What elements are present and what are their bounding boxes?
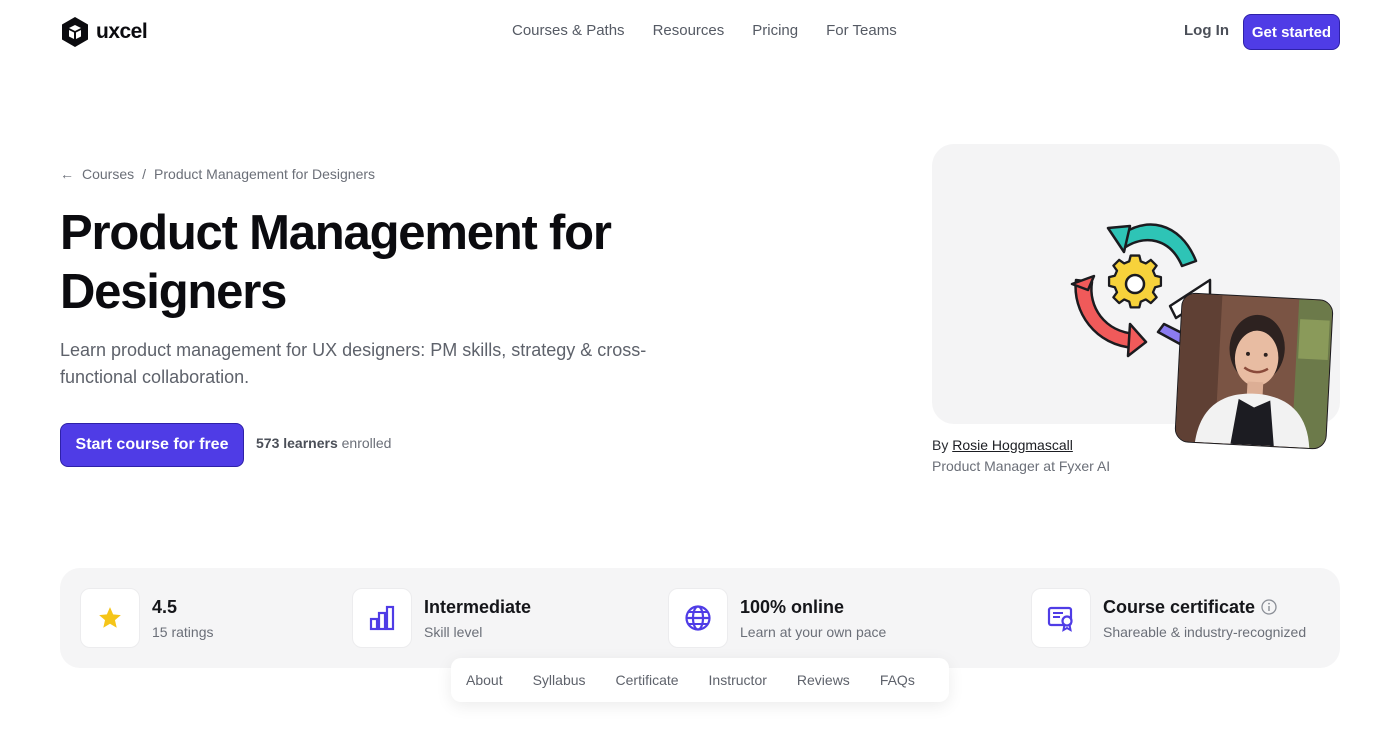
author-prefix: By bbox=[932, 437, 953, 453]
tab-reviews[interactable]: Reviews bbox=[797, 672, 850, 688]
globe-icon bbox=[685, 605, 711, 631]
author-byline: By Rosie Hoggmascall bbox=[932, 437, 1073, 453]
online-value: 100% online bbox=[740, 596, 845, 617]
start-course-button[interactable]: Start course for free bbox=[60, 423, 244, 467]
breadcrumb: ← Courses / Product Management for Desig… bbox=[60, 166, 375, 182]
stat-certificate-icon-box bbox=[1031, 588, 1091, 648]
stat-skill-icon-box bbox=[352, 588, 412, 648]
nav-courses-paths[interactable]: Courses & Paths bbox=[512, 22, 625, 39]
learners-count: 573 learners bbox=[256, 435, 338, 451]
certificate-value: Course certificate bbox=[1103, 596, 1256, 617]
star-icon bbox=[99, 607, 121, 628]
breadcrumb-current: Product Management for Designers bbox=[154, 166, 376, 182]
author-name-link[interactable]: Rosie Hoggmascall bbox=[952, 437, 1073, 453]
tab-certificate[interactable]: Certificate bbox=[616, 672, 679, 688]
nav-for-teams[interactable]: For Teams bbox=[826, 22, 897, 39]
instructor-portrait-illustration bbox=[1175, 293, 1333, 449]
certificate-icon bbox=[1047, 606, 1073, 632]
course-stats-bar: 4.5 15 ratings Intermediate Skill level bbox=[60, 568, 1340, 668]
course-subtitle: Learn product management for UX designer… bbox=[60, 340, 647, 387]
learners-enrolled: 573 learners enrolled bbox=[256, 435, 391, 451]
bar-chart-icon bbox=[369, 605, 395, 631]
stat-online-icon-box bbox=[668, 588, 728, 648]
uxcel-logo-icon bbox=[62, 17, 88, 47]
breadcrumb-separator: / bbox=[142, 166, 147, 182]
nav-pricing[interactable]: Pricing bbox=[752, 22, 798, 39]
info-icon[interactable] bbox=[1261, 599, 1277, 615]
tab-syllabus[interactable]: Syllabus bbox=[533, 672, 586, 688]
breadcrumb-courses-link[interactable]: Courses bbox=[82, 166, 134, 182]
learners-suffix: enrolled bbox=[337, 435, 392, 451]
back-arrow-icon[interactable]: ← bbox=[60, 166, 74, 182]
logo[interactable]: uxcel bbox=[60, 16, 148, 48]
section-tabs: About Syllabus Certificate Instructor Re… bbox=[451, 658, 949, 702]
logo-text: uxcel bbox=[96, 20, 148, 43]
rating-count: 15 ratings bbox=[152, 623, 214, 640]
page-title: Product Management for Designers bbox=[60, 206, 612, 319]
tab-faqs[interactable]: FAQs bbox=[880, 672, 915, 688]
stat-rating: 4.5 15 ratings bbox=[80, 588, 213, 648]
get-started-button[interactable]: Get started bbox=[1243, 14, 1340, 50]
tab-about[interactable]: About bbox=[466, 672, 503, 688]
online-label: Learn at your own pace bbox=[740, 623, 887, 640]
stat-certificate: Course certificate Shareable & industry-… bbox=[1031, 588, 1306, 648]
nav-resources[interactable]: Resources bbox=[653, 22, 725, 39]
main-nav: Courses & Paths Resources Pricing For Te… bbox=[512, 22, 897, 39]
skill-level-value: Intermediate bbox=[424, 596, 532, 617]
login-link[interactable]: Log In bbox=[1184, 22, 1229, 39]
certificate-label: Shareable & industry-recognized bbox=[1103, 623, 1307, 640]
author-role: Product Manager at Fyxer AI bbox=[932, 458, 1111, 474]
skill-level-label: Skill level bbox=[424, 623, 483, 640]
rating-value: 4.5 bbox=[152, 596, 178, 617]
top-header: uxcel Courses & Paths Resources Pricing … bbox=[0, 0, 1400, 64]
stat-rating-icon-box bbox=[80, 588, 140, 648]
tab-instructor[interactable]: Instructor bbox=[709, 672, 767, 688]
instructor-photo bbox=[1174, 292, 1334, 450]
certificate-title-row: Course certificate bbox=[1103, 597, 1306, 618]
stat-online: 100% online Learn at your own pace bbox=[668, 588, 886, 648]
stat-skill-level: Intermediate Skill level bbox=[352, 588, 531, 648]
